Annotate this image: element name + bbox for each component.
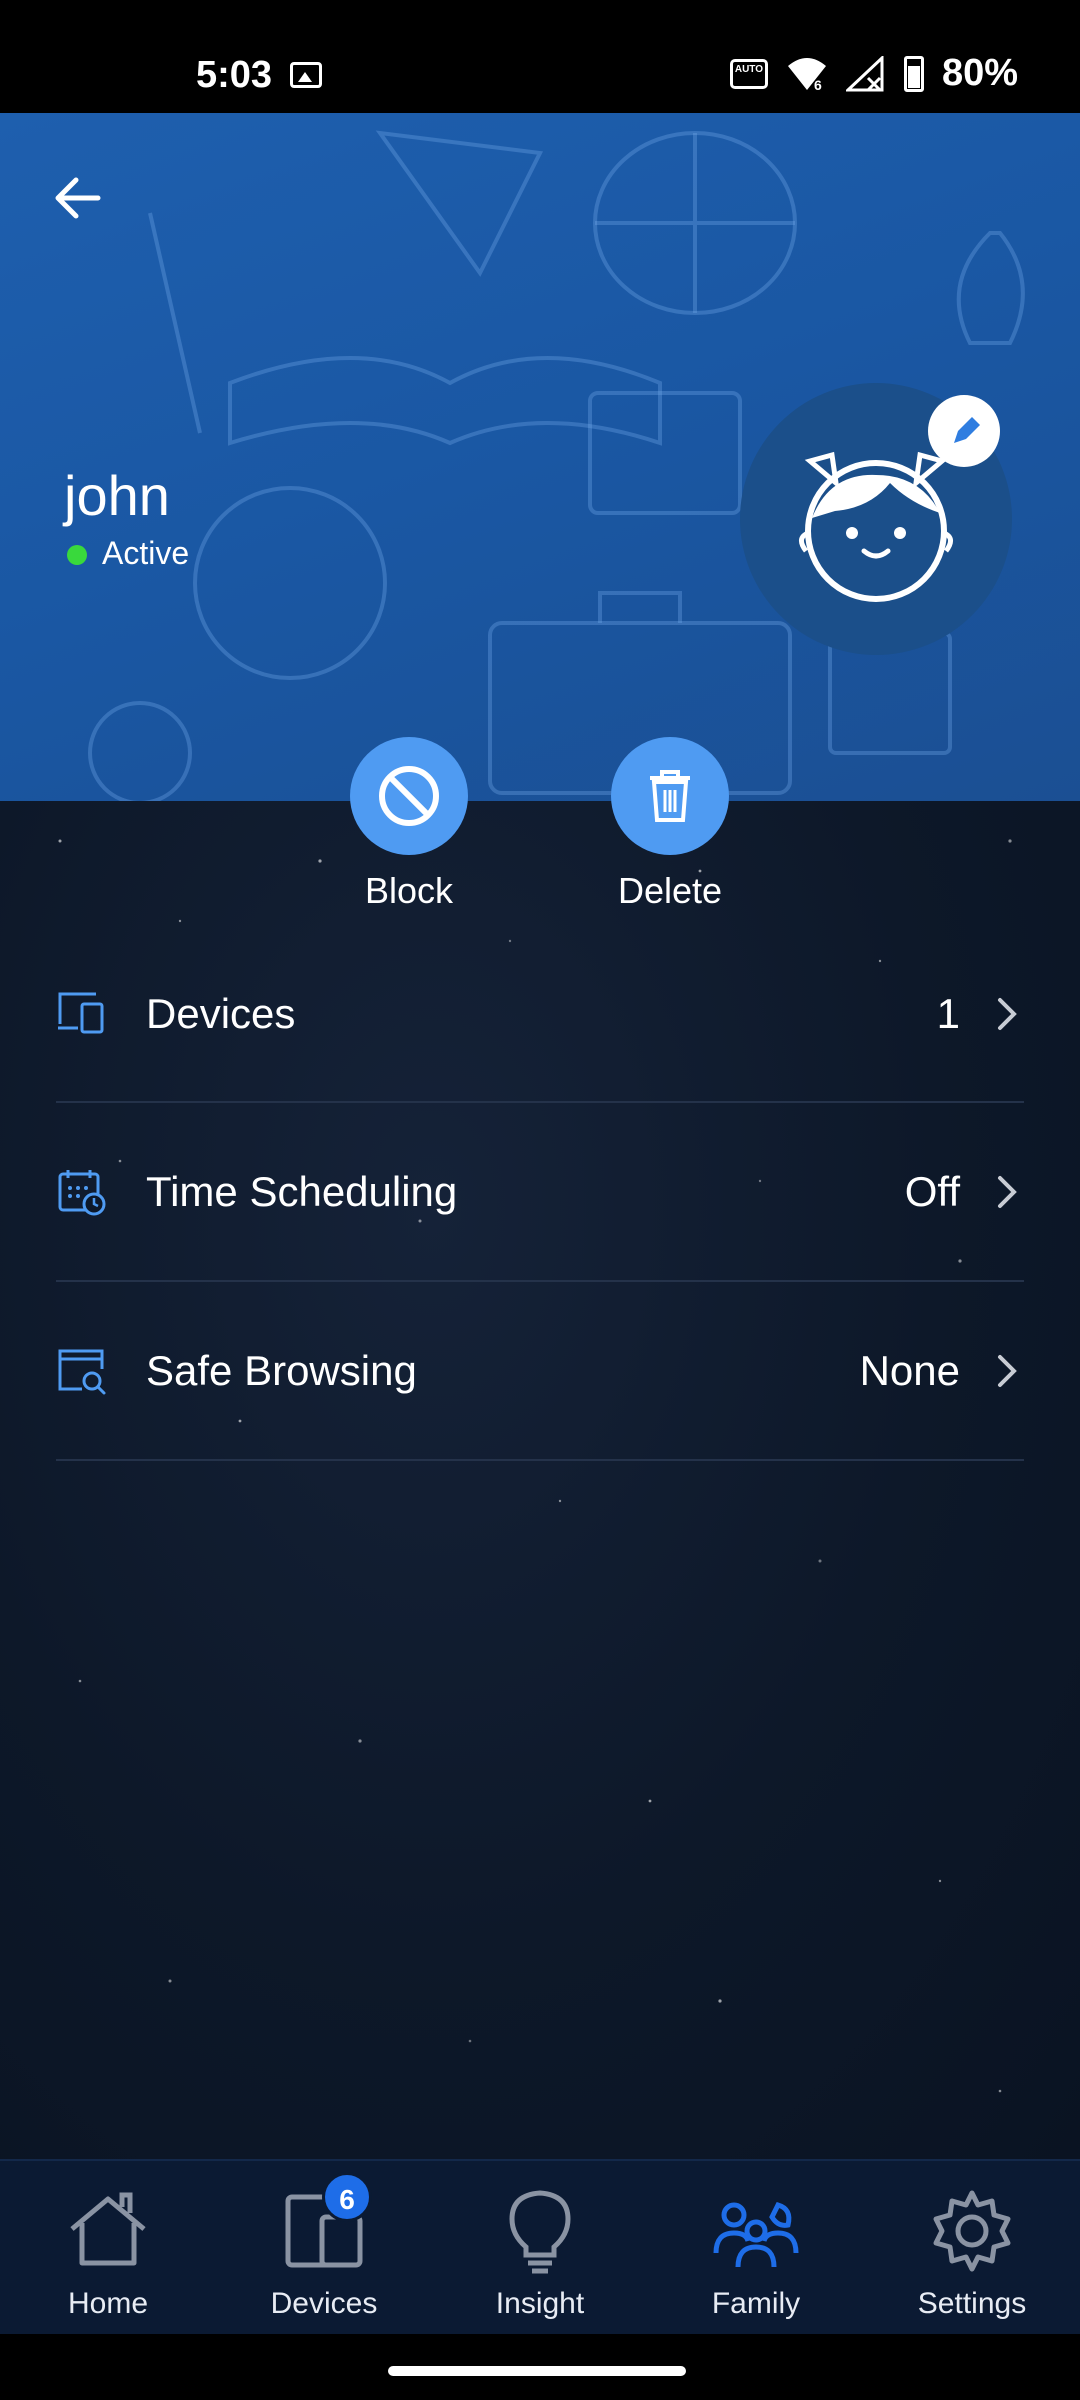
divider [56,1459,1024,1461]
nav-family-label: Family [711,2287,801,2320]
gear-icon [933,2190,1011,2272]
battery-icon [903,55,924,92]
nav-devices-label: Devices [270,2287,378,2320]
status-bar: 5:03 AUTO 6 80% [0,0,1080,113]
svg-text:6: 6 [814,77,822,92]
wifi-icon: 6 [787,57,826,92]
nav-home[interactable]: Home [0,2161,216,2336]
block-icon [379,766,439,826]
profile-name: john [64,464,170,527]
menu-label-time-scheduling: Time Scheduling [146,1168,458,1215]
menu-label-safe-browsing: Safe Browsing [146,1347,417,1394]
menu-row-time-scheduling[interactable]: Time Scheduling Off [0,1104,1080,1282]
calendar-clock-icon [58,1170,106,1216]
battery-percent: 80% [941,52,1018,94]
bottom-nav: Home Devices Insight Family Settings [0,2159,1080,2334]
home-indicator[interactable] [388,2366,686,2376]
profile-status: Active [102,535,190,571]
menu-row-safe-browsing[interactable]: Safe Browsing None [0,1283,1080,1461]
menu-value-safe-browsing: None [859,1347,960,1394]
lightbulb-icon [509,2190,571,2274]
active-status-dot [67,545,87,565]
cell-signal-icon [845,55,884,91]
nav-insight[interactable]: Insight [432,2161,648,2336]
delete-label[interactable]: Delete [570,870,770,912]
block-label[interactable]: Block [309,870,509,912]
family-icon [713,2202,799,2268]
menu-value-devices: 1 [936,990,960,1037]
home-icon [70,2192,146,2266]
nav-insight-label: Insight [495,2287,585,2320]
pencil-icon [954,417,980,443]
chevron-right-icon [998,1176,1017,1208]
image-notification-icon [290,62,322,88]
chevron-right-icon [998,998,1017,1030]
browser-search-icon [58,1349,106,1395]
profile-header: john Active [0,113,1080,801]
menu-row-devices[interactable]: Devices 1 [0,926,1080,1104]
divider [56,1280,1024,1282]
status-time: 5:03 [196,54,273,96]
auto-refresh-icon: AUTO [729,58,768,89]
back-arrow-icon[interactable] [48,168,108,228]
nav-settings-label: Settings [917,2287,1027,2320]
nav-family[interactable]: Family [648,2161,864,2336]
delete-button[interactable] [611,737,729,855]
menu-label-devices: Devices [146,990,296,1037]
chevron-right-icon [998,1355,1017,1387]
edit-avatar-button[interactable] [928,395,1000,467]
devices-icon [58,992,104,1034]
divider [56,1101,1024,1103]
trash-icon [650,770,690,822]
menu-value-time-scheduling: Off [904,1168,960,1215]
devices-count-badge: 6 [322,2172,372,2222]
nav-settings[interactable]: Settings [864,2161,1080,2336]
status-icons: AUTO 6 80% [729,52,1018,95]
block-button[interactable] [350,737,468,855]
nav-home-label: Home [67,2287,149,2320]
